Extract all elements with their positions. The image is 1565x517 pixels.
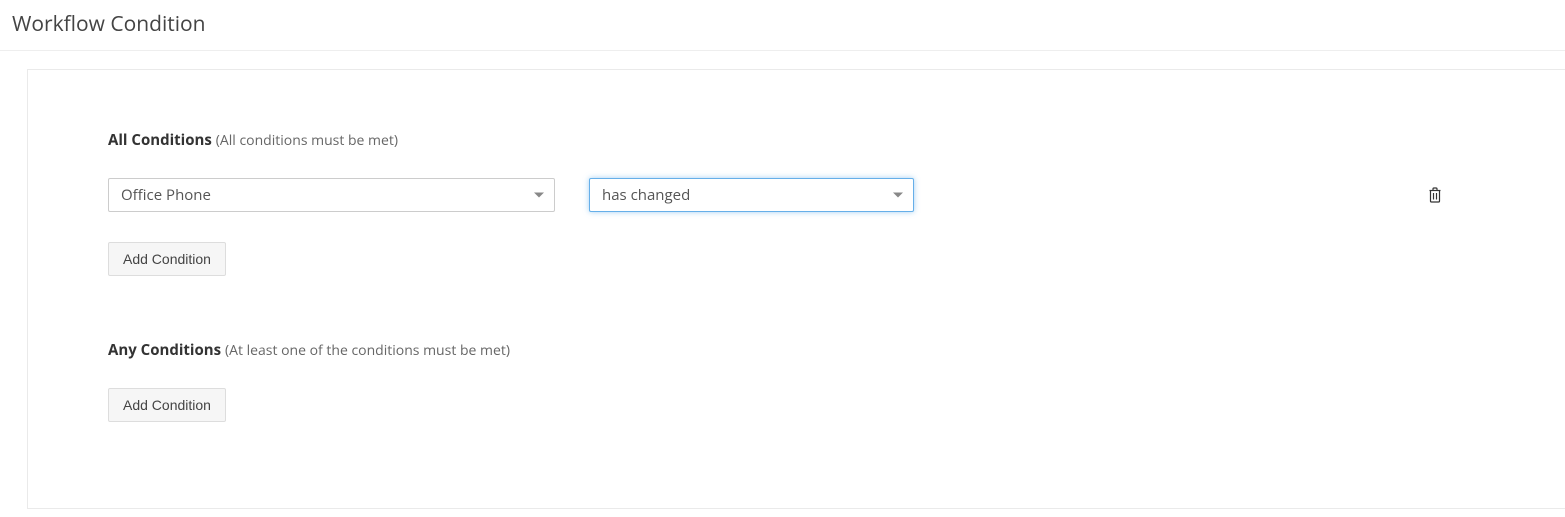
any-conditions-hint: (At least one of the conditions must be … bbox=[225, 341, 510, 360]
field-select[interactable]: Office Phone bbox=[108, 178, 555, 212]
field-select-value: Office Phone bbox=[121, 185, 211, 205]
chevron-down-icon bbox=[893, 193, 903, 198]
workflow-condition-panel: All Conditions (All conditions must be m… bbox=[27, 69, 1565, 509]
operator-select[interactable]: has changed bbox=[589, 178, 914, 212]
add-condition-any-button[interactable]: Add Condition bbox=[108, 388, 226, 422]
all-conditions-title: All Conditions (All conditions must be m… bbox=[108, 130, 1485, 150]
add-condition-all-button[interactable]: Add Condition bbox=[108, 242, 226, 276]
page-title: Workflow Condition bbox=[12, 10, 1553, 38]
delete-condition-button[interactable] bbox=[1425, 185, 1445, 205]
page-header: Workflow Condition bbox=[0, 0, 1565, 51]
any-conditions-label: Any Conditions bbox=[108, 340, 221, 360]
trash-icon bbox=[1428, 187, 1442, 203]
condition-row: Office Phone has changed bbox=[108, 178, 1485, 212]
chevron-down-icon bbox=[534, 193, 544, 198]
operator-select-value: has changed bbox=[602, 185, 690, 205]
all-conditions-label: All Conditions bbox=[108, 130, 212, 150]
all-conditions-hint: (All conditions must be met) bbox=[216, 131, 398, 150]
any-conditions-title: Any Conditions (At least one of the cond… bbox=[108, 340, 1485, 360]
